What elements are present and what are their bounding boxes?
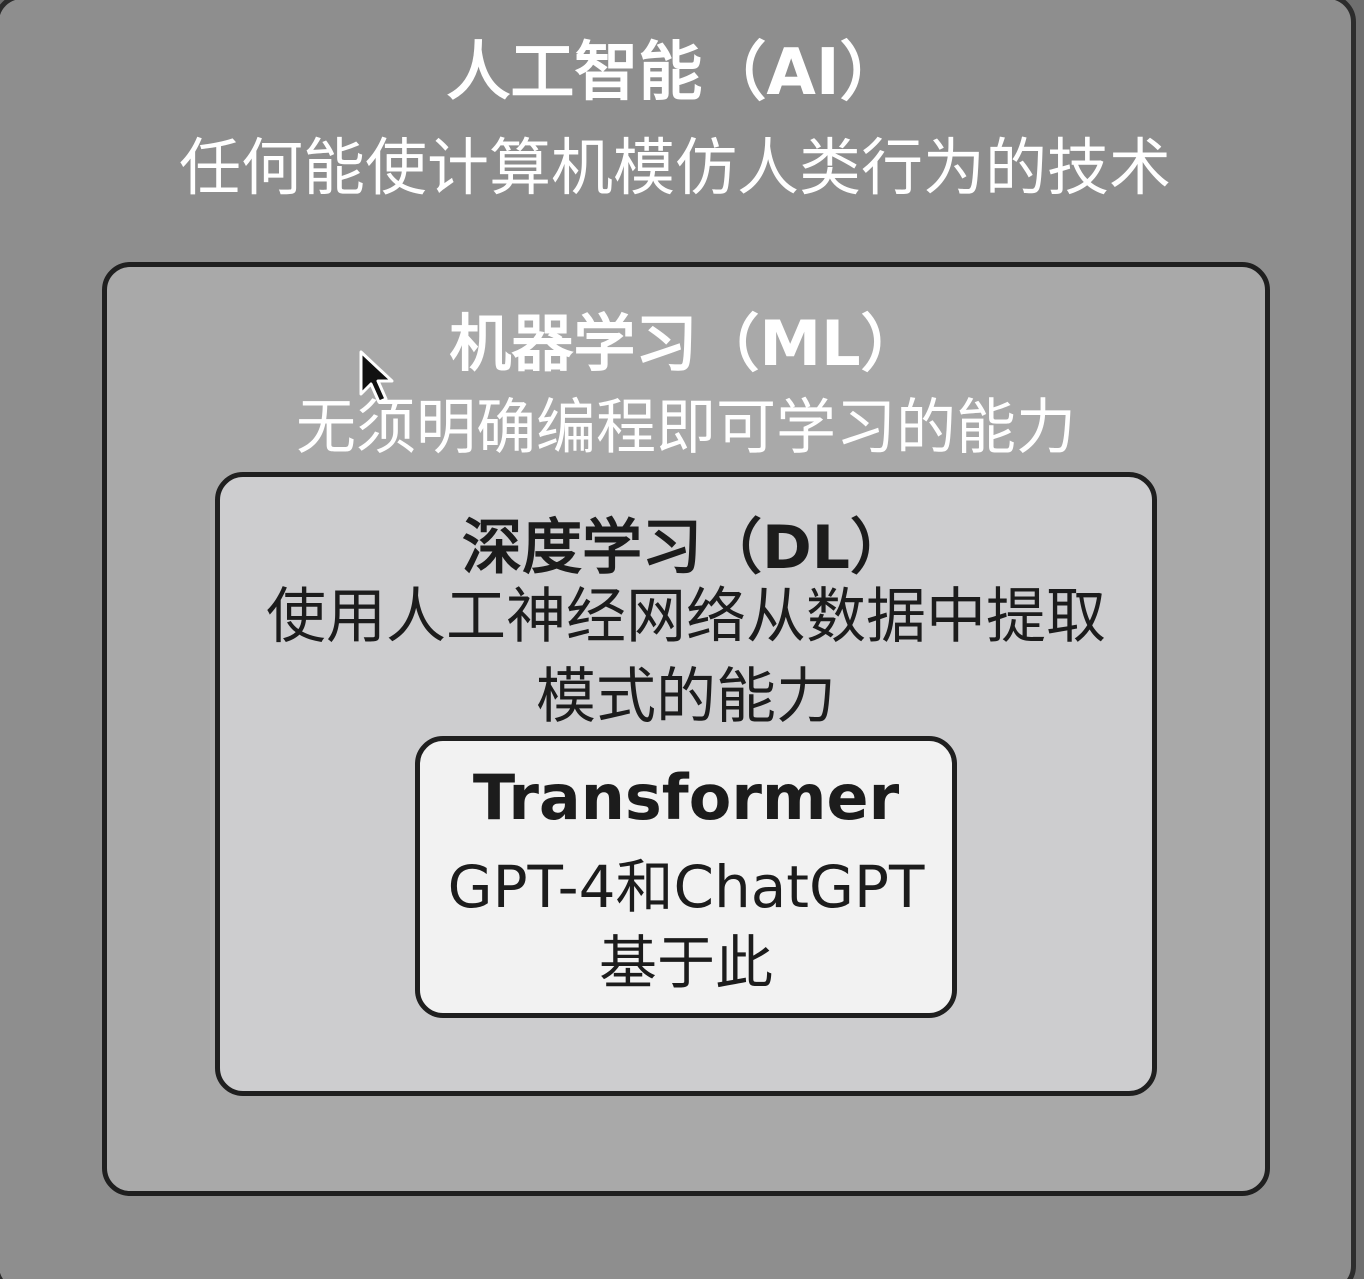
dl-description: 使用人工神经网络从数据中提取模式的能力 xyxy=(266,582,1106,732)
ai-title: 人工智能（AI） xyxy=(446,36,904,110)
transformer-title: Transformer xyxy=(472,761,900,834)
dl-title: 深度学习（DL） xyxy=(461,513,911,583)
mouse-pointer-icon xyxy=(359,350,394,404)
transformer-description: GPT-4和ChatGPT基于此 xyxy=(447,853,925,997)
diagram-canvas: 人工智能（AI） 任何能使计算机模仿人类行为的技术 机器学习（ML） 无须明确编… xyxy=(0,0,1364,1279)
ml-title: 机器学习（ML） xyxy=(449,307,923,380)
transformer-box: Transformer GPT-4和ChatGPT基于此 xyxy=(415,736,957,1018)
ml-description: 无须明确编程即可学习的能力 xyxy=(296,393,1076,463)
ai-description: 任何能使计算机模仿人类行为的技术 xyxy=(178,131,1171,204)
